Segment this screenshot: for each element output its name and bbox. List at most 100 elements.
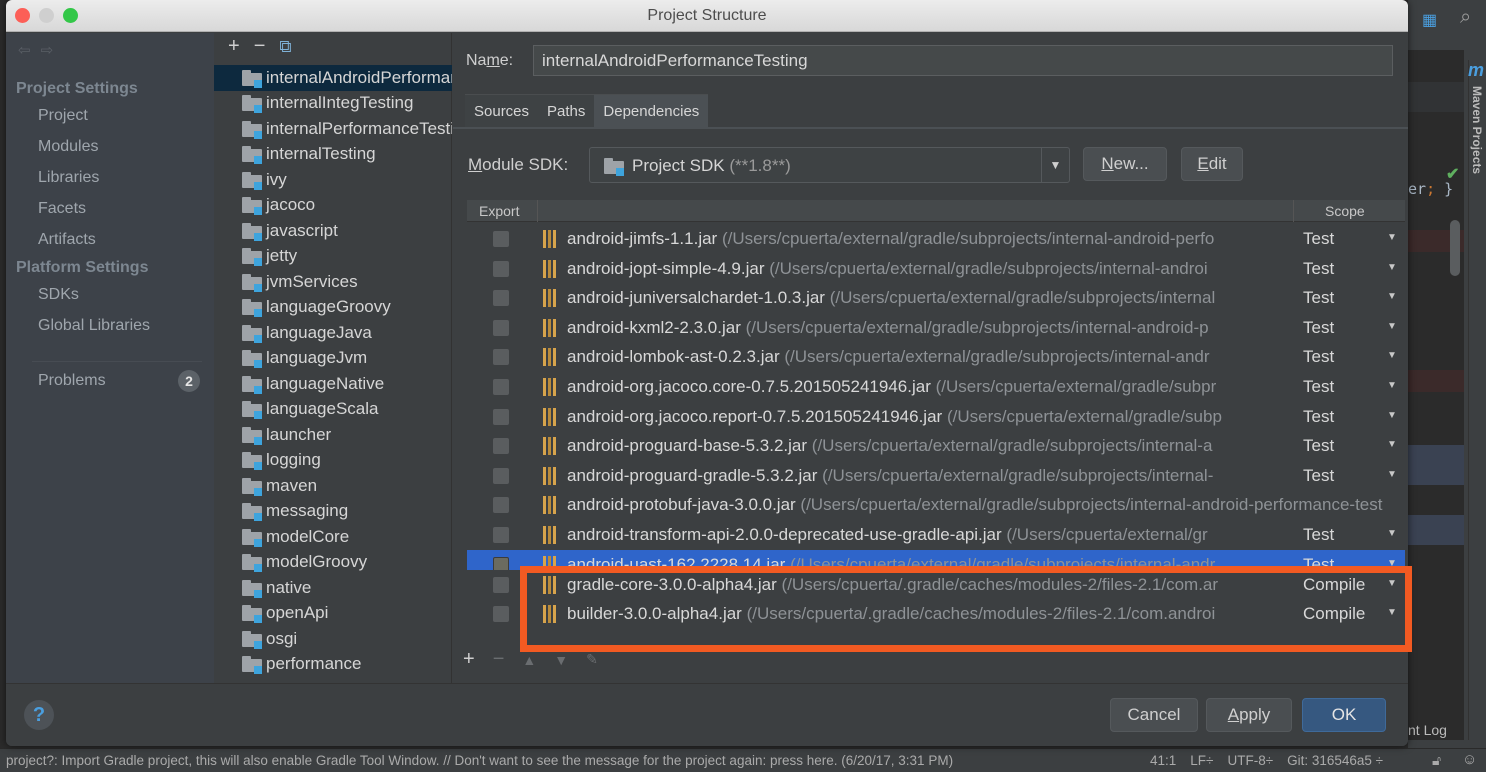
module-item[interactable]: ivy [214, 167, 452, 193]
nav-item-artifacts[interactable]: Artifacts [38, 231, 96, 249]
module-item[interactable]: logging [214, 448, 452, 474]
status-message[interactable]: project?: Import Gradle project, this wi… [6, 753, 953, 768]
dependency-row[interactable]: gradle-core-3.0.0-alpha4.jar (/Users/cpu… [467, 570, 1405, 600]
nav-item-modules[interactable]: Modules [38, 138, 98, 156]
export-checkbox[interactable] [493, 260, 509, 277]
column-export[interactable]: Export [479, 203, 519, 219]
dependency-row[interactable]: android-org.jacoco.core-0.7.5.2015052419… [467, 372, 1405, 402]
module-item[interactable]: jacoco [214, 193, 452, 219]
module-item[interactable]: internalAndroidPerformanceTesting [214, 65, 452, 91]
apply-button[interactable]: Apply [1206, 698, 1292, 732]
dependency-row[interactable]: android-proguard-base-5.3.2.jar (/Users/… [467, 431, 1405, 461]
scope-value[interactable]: Test [1303, 259, 1334, 279]
module-item[interactable]: languageGroovy [214, 295, 452, 321]
dependency-row[interactable]: android-kxml2-2.3.0.jar (/Users/cpuerta/… [467, 313, 1405, 343]
scope-value[interactable]: Test [1303, 466, 1334, 486]
new-sdk-button[interactable]: New... [1083, 147, 1167, 181]
export-checkbox[interactable] [493, 231, 509, 247]
scope-dropdown-icon[interactable]: ▼ [1387, 558, 1397, 569]
edit-sdk-button[interactable]: Edit [1181, 147, 1243, 181]
tab-sources[interactable]: Sources [465, 94, 539, 127]
scope-dropdown-icon[interactable]: ▼ [1387, 469, 1397, 480]
hector-icon[interactable]: ☺ [1462, 751, 1477, 768]
lock-icon[interactable]: 🔓︎ [1432, 752, 1441, 769]
nav-item-facets[interactable]: Facets [38, 200, 86, 218]
line-separator[interactable]: LF÷ [1190, 753, 1213, 768]
module-item[interactable]: javascript [214, 218, 452, 244]
remove-module-icon[interactable]: − [254, 35, 266, 58]
module-name-input[interactable] [533, 45, 1393, 76]
chevron-down-icon[interactable]: ▼ [1041, 148, 1069, 182]
dependency-row[interactable]: android-jimfs-1.1.jar (/Users/cpuerta/ex… [467, 224, 1405, 254]
scope-value[interactable]: Test [1303, 555, 1334, 570]
scope-dropdown-icon[interactable]: ▼ [1387, 578, 1397, 589]
maven-projects-label[interactable]: Maven Projects [1470, 86, 1484, 174]
add-dependency-icon[interactable]: + [463, 648, 475, 671]
module-item[interactable]: messaging [214, 499, 452, 525]
dependency-row[interactable]: builder-3.0.0-alpha4.jar (/Users/cpuerta… [467, 599, 1405, 629]
column-scope[interactable]: Scope [1325, 203, 1365, 219]
scope-value[interactable]: Compile [1303, 575, 1365, 595]
edit-dependency-icon[interactable]: ✎ [586, 651, 598, 668]
tab-paths[interactable]: Paths [538, 94, 595, 127]
scope-dropdown-icon[interactable]: ▼ [1387, 232, 1397, 243]
nav-item-problems[interactable]: Problems [38, 372, 106, 390]
scope-value[interactable]: Test [1303, 525, 1334, 545]
move-down-icon[interactable]: ▼ [554, 652, 568, 668]
scope-dropdown-icon[interactable]: ▼ [1387, 607, 1397, 618]
export-checkbox[interactable] [493, 408, 509, 425]
scope-dropdown-icon[interactable]: ▼ [1387, 350, 1397, 361]
dependency-row[interactable]: android-org.jacoco.report-0.7.5.20150524… [467, 402, 1405, 432]
export-checkbox[interactable] [493, 497, 509, 514]
export-checkbox[interactable] [493, 319, 509, 336]
module-item[interactable]: languageJava [214, 320, 452, 346]
nav-back-forward-icons[interactable]: ⇦⇨ [18, 41, 63, 59]
scope-value[interactable]: Compile [1303, 604, 1365, 624]
dependency-row[interactable]: android-jopt-simple-4.9.jar (/Users/cpue… [467, 254, 1405, 284]
scope-dropdown-icon[interactable]: ▼ [1387, 321, 1397, 332]
module-item[interactable]: modelCore [214, 524, 452, 550]
scope-value[interactable]: Test [1303, 318, 1334, 338]
scope-dropdown-icon[interactable]: ▼ [1387, 439, 1397, 450]
module-sdk-select[interactable]: Project SDK (**1.8**) ▼ [589, 147, 1070, 183]
export-checkbox[interactable] [493, 467, 509, 484]
file-encoding[interactable]: UTF-8÷ [1227, 753, 1273, 768]
scope-dropdown-icon[interactable]: ▼ [1387, 528, 1397, 539]
scope-dropdown-icon[interactable]: ▼ [1387, 410, 1397, 421]
nav-item-project[interactable]: Project [38, 107, 88, 125]
structure-icon[interactable]: ▦ [1422, 10, 1438, 29]
scope-dropdown-icon[interactable]: ▼ [1387, 380, 1397, 391]
move-up-icon[interactable]: ▲ [522, 652, 536, 668]
module-item[interactable]: native [214, 575, 452, 601]
module-item[interactable]: performance [214, 652, 452, 678]
nav-item-libraries[interactable]: Libraries [38, 169, 99, 187]
caret-position[interactable]: 41:1 [1150, 753, 1176, 768]
module-item[interactable]: maven [214, 473, 452, 499]
module-item[interactable]: jetty [214, 244, 452, 270]
copy-module-icon[interactable]: ⧉ [279, 37, 291, 57]
module-item[interactable]: languageJvm [214, 346, 452, 372]
help-button[interactable]: ? [24, 700, 54, 730]
export-checkbox[interactable] [493, 556, 509, 570]
tab-dependencies[interactable]: Dependencies [594, 94, 709, 127]
export-checkbox[interactable] [493, 349, 509, 366]
ok-button[interactable]: OK [1302, 698, 1386, 732]
git-branch[interactable]: Git: 316546a5 ÷ [1287, 753, 1383, 768]
scope-value[interactable]: Test [1303, 377, 1334, 397]
nav-item-sdks[interactable]: SDKs [38, 286, 79, 304]
dependency-row[interactable]: android-uast-162.2228.14.jar (/Users/cpu… [467, 549, 1405, 570]
module-item[interactable]: osgi [214, 626, 452, 652]
scope-dropdown-icon[interactable]: ▼ [1387, 291, 1397, 302]
cancel-button[interactable]: Cancel [1110, 698, 1198, 732]
dependency-row[interactable]: android-proguard-gradle-5.3.2.jar (/User… [467, 461, 1405, 491]
module-item[interactable]: internalPerformanceTesting [214, 116, 452, 142]
dependency-row[interactable]: android-lombok-ast-0.2.3.jar (/Users/cpu… [467, 342, 1405, 372]
remove-dependency-icon[interactable]: − [493, 648, 505, 671]
module-item[interactable]: launcher [214, 422, 452, 448]
event-log-label[interactable]: nt Log [1408, 722, 1447, 738]
search-icon[interactable]: ⌕ [1460, 6, 1471, 29]
add-module-icon[interactable]: + [228, 35, 240, 58]
nav-item-global-libraries[interactable]: Global Libraries [38, 317, 150, 335]
scope-value[interactable]: Test [1303, 407, 1334, 427]
export-checkbox[interactable] [493, 378, 509, 395]
